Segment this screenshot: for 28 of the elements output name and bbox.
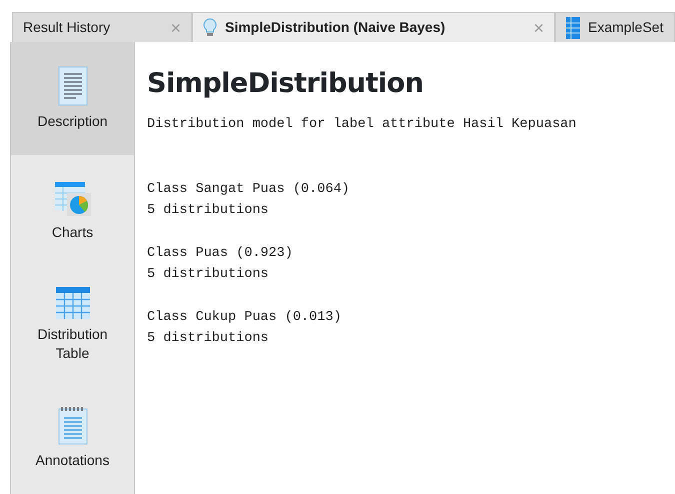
class-name: Class Cukup Puas (0.013)	[147, 309, 342, 328]
notepad-icon	[58, 405, 88, 446]
lightbulb-icon	[203, 18, 217, 38]
model-title: SimpleDistribution	[147, 68, 424, 100]
table-icon	[566, 16, 580, 38]
sidebar-item[interactable]: Distribution Table	[11, 268, 134, 381]
class-name: Class Puas (0.923)	[147, 245, 294, 264]
sidebar-label: Charts	[52, 223, 94, 242]
class-detail: 5 distributions	[147, 330, 270, 348]
class-detail: 5 distributions	[147, 266, 270, 284]
sidebar-label: Description	[37, 112, 108, 131]
tab[interactable]: ExampleSet	[555, 12, 675, 42]
tab[interactable]: Result History ×	[12, 12, 192, 42]
class-detail: 5 distributions	[147, 202, 270, 220]
sidebar-label: Annotations	[36, 451, 110, 470]
table-icon	[56, 286, 90, 319]
document-icon	[58, 66, 88, 106]
sidebar-item[interactable]: Description	[11, 42, 134, 155]
tab-label: Result History	[23, 18, 112, 37]
sidebar-label: Distribution Table	[36, 324, 109, 362]
sidebar-item[interactable]: Annotations	[11, 381, 134, 494]
sidebar-item[interactable]: Charts	[11, 155, 134, 268]
model-description: Distribution model for label attribute Hasil Kepuasan	[147, 116, 578, 134]
tab[interactable]: SimpleDistribution (Naive Bayes) ×	[192, 12, 555, 42]
tab-label: SimpleDistribution (Naive Bayes)	[225, 18, 446, 37]
tab-label: ExampleSet	[588, 18, 664, 37]
chart-icon	[54, 181, 92, 218]
class-name: Class Sangat Puas (0.064)	[147, 181, 351, 200]
